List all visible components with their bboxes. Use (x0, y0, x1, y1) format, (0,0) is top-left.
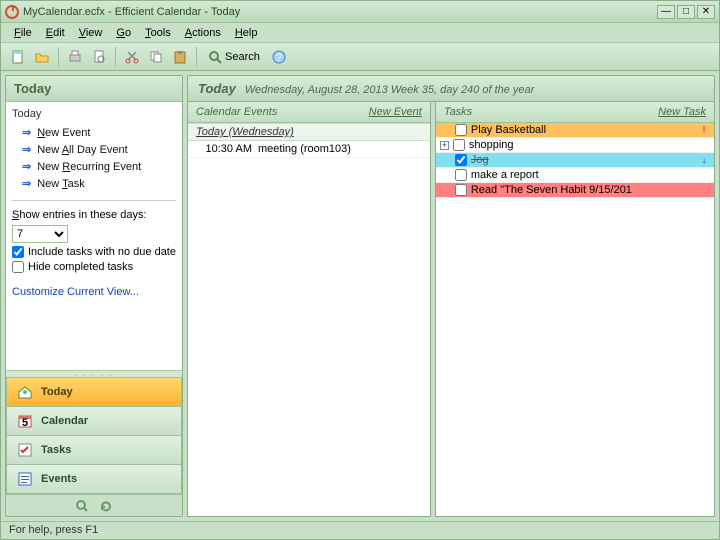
hide-completed-checkbox[interactable] (12, 261, 24, 273)
cut-icon[interactable] (121, 46, 143, 68)
svg-text:5: 5 (22, 417, 28, 429)
event-day-header: Today (Wednesday) (188, 123, 430, 141)
task-checkbox[interactable] (455, 169, 467, 181)
tasks-icon (17, 442, 33, 458)
task-row[interactable]: make a report (436, 168, 714, 183)
help-icon[interactable]: ? (268, 46, 290, 68)
task-checkbox[interactable] (455, 154, 467, 166)
new-doc-icon[interactable] (7, 46, 29, 68)
sidebar: Today Today ⇒New Event⇒New All Day Event… (5, 75, 183, 517)
paste-icon[interactable] (169, 46, 191, 68)
content-title: Today (198, 81, 236, 96)
events-header: Calendar Events (196, 106, 277, 118)
expander-icon[interactable]: + (440, 141, 449, 150)
task-title: Play Basketball (471, 124, 694, 136)
priority-flag-icon: ↓ (698, 155, 710, 166)
task-title: make a report (471, 169, 694, 181)
print-preview-icon[interactable] (88, 46, 110, 68)
search-label: Search (225, 51, 260, 63)
refresh-icon[interactable] (99, 499, 113, 513)
titlebar: MyCalendar.ecfx - Efficient Calendar - T… (1, 1, 719, 23)
menu-go[interactable]: Go (109, 25, 138, 41)
menu-help[interactable]: Help (228, 25, 265, 41)
search-small-icon[interactable] (75, 499, 89, 513)
days-select[interactable]: 7 (12, 225, 68, 243)
include-nodue-label[interactable]: Include tasks with no due date (28, 246, 176, 258)
show-entries-label: Show entries in these days: (12, 209, 176, 221)
task-checkbox[interactable] (455, 184, 467, 196)
search-icon (208, 50, 222, 64)
task-row[interactable]: Read "The Seven Habit 9/15/201 (436, 183, 714, 198)
task-checkbox[interactable] (455, 124, 467, 136)
toolbar: Search ? (1, 43, 719, 71)
nav-calendar[interactable]: 5Calendar (6, 406, 182, 436)
content: Today Wednesday, August 28, 2013 Week 35… (187, 75, 715, 517)
close-button[interactable]: ✕ (697, 5, 715, 19)
task-checkbox[interactable] (453, 139, 465, 151)
task-row[interactable]: Play Basketball! (436, 123, 714, 138)
sidebar-footer (6, 494, 182, 516)
nav-tasks[interactable]: Tasks (6, 435, 182, 465)
window-title: MyCalendar.ecfx - Efficient Calendar - T… (23, 6, 657, 18)
sidebar-group-label: Today (12, 108, 176, 120)
content-header: Today Wednesday, August 28, 2013 Week 35… (187, 75, 715, 102)
copy-icon[interactable] (145, 46, 167, 68)
new-event-link[interactable]: New Event (369, 106, 422, 118)
menu-tools[interactable]: Tools (138, 25, 178, 41)
new-task-link[interactable]: New Task (658, 106, 706, 118)
search-button[interactable]: Search (202, 46, 266, 68)
app-icon (5, 5, 19, 19)
content-subtitle: Wednesday, August 28, 2013 Week 35, day … (245, 84, 534, 96)
task-title: shopping (469, 139, 694, 151)
arrow-icon: ⇒ (22, 160, 31, 173)
task-row[interactable]: + shopping (436, 138, 714, 153)
sidebar-link-new-event[interactable]: ⇒New Event (12, 124, 176, 141)
hide-completed-label[interactable]: Hide completed tasks (28, 261, 133, 273)
sidebar-link-new-recurring-event[interactable]: ⇒New Recurring Event (12, 158, 176, 175)
menu-edit[interactable]: Edit (39, 25, 72, 41)
event-time: 10:30 AM (196, 143, 258, 155)
task-title: Jog (471, 154, 694, 166)
event-title: meeting (room103) (258, 143, 351, 155)
statusbar: For help, press F1 (1, 521, 719, 539)
menubar: FileEditViewGoToolsActionsHelp (1, 23, 719, 43)
open-icon[interactable] (31, 46, 53, 68)
events-pane: Calendar Events New Event Today (Wednesd… (187, 102, 431, 517)
menu-file[interactable]: File (7, 25, 39, 41)
nav-today[interactable]: Today (6, 377, 182, 407)
event-row[interactable]: 10:30 AMmeeting (room103) (188, 141, 430, 158)
calendar-icon: 5 (17, 413, 33, 429)
sidebar-link-new-all-day-event[interactable]: ⇒New All Day Event (12, 141, 176, 158)
events-icon (17, 471, 33, 487)
tasks-pane: Tasks New Task Play Basketball! + shopping… (435, 102, 715, 517)
task-title: Read "The Seven Habit 9/15/201 (471, 184, 694, 196)
maximize-button[interactable]: □ (677, 5, 695, 19)
sidebar-header: Today (6, 76, 182, 102)
print-icon[interactable] (64, 46, 86, 68)
tasks-header: Tasks (444, 106, 472, 118)
nav-events[interactable]: Events (6, 464, 182, 494)
menu-view[interactable]: View (72, 25, 110, 41)
task-row[interactable]: Jog ↓ (436, 153, 714, 168)
arrow-icon: ⇒ (22, 177, 31, 190)
home-icon (17, 384, 33, 400)
sidebar-link-new-task[interactable]: ⇒New Task (12, 175, 176, 192)
arrow-icon: ⇒ (22, 126, 31, 139)
priority-flag-icon: ! (698, 125, 710, 136)
svg-text:?: ? (276, 52, 282, 64)
arrow-icon: ⇒ (22, 143, 31, 156)
include-nodue-checkbox[interactable] (12, 246, 24, 258)
minimize-button[interactable]: — (657, 5, 675, 19)
customize-view-link[interactable]: Customize Current View... (12, 286, 139, 298)
menu-actions[interactable]: Actions (178, 25, 228, 41)
